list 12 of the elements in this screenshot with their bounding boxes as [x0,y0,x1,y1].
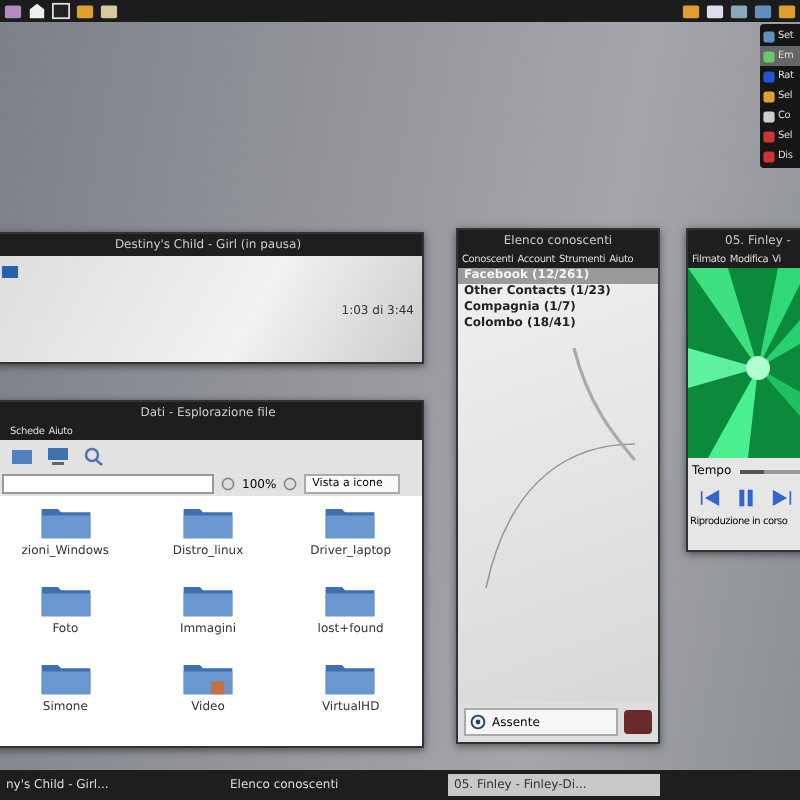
playlist-selection [2,266,18,278]
terminal-icon[interactable] [52,2,70,20]
video-folder-icon[interactable] [181,660,234,696]
monitor-icon[interactable] [46,446,70,466]
previous-icon[interactable] [700,488,720,508]
location-field[interactable] [2,474,214,494]
pause-icon[interactable] [736,488,756,508]
zoom-in-icon[interactable] [282,476,299,492]
next-icon[interactable] [772,488,792,508]
zoom-out-icon[interactable] [220,476,236,492]
search-icon[interactable] [82,446,106,466]
status-icon [470,714,486,730]
